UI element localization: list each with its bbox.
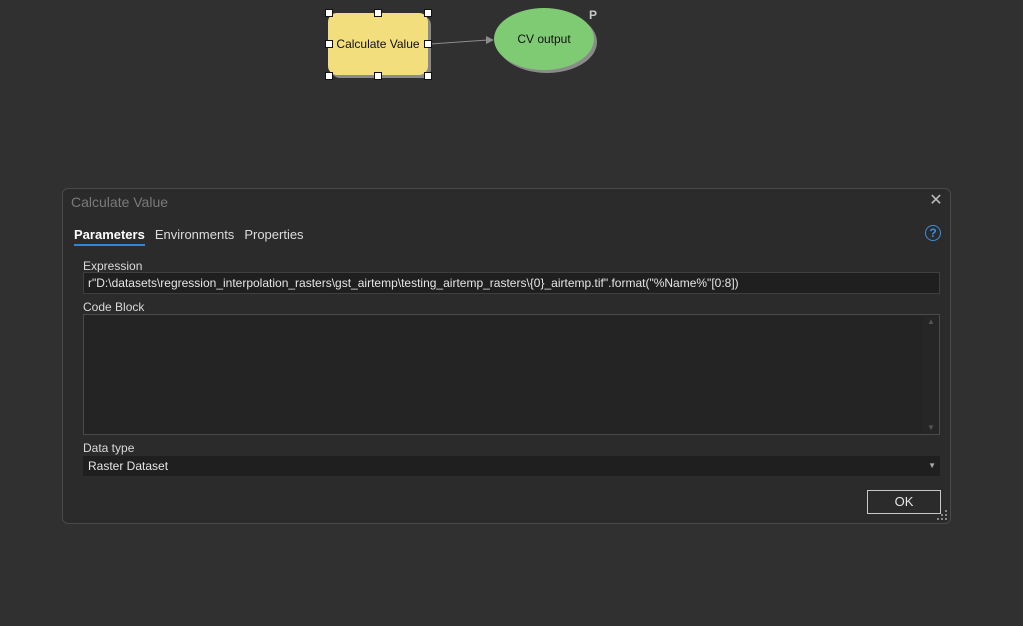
dialog-title: Calculate Value	[71, 194, 169, 210]
selection-handle[interactable]	[325, 72, 333, 80]
resize-grip-icon[interactable]	[936, 509, 948, 521]
dialog-tabs: Parameters Environments Properties	[74, 227, 304, 246]
selection-handle[interactable]	[374, 9, 382, 17]
code-block-textarea[interactable]: ▲ ▼	[83, 314, 940, 435]
selection-handle[interactable]	[325, 40, 333, 48]
expression-input[interactable]: r"D:\datasets\regression_interpolation_r…	[83, 272, 940, 294]
tab-environments[interactable]: Environments	[155, 227, 234, 246]
expression-label: Expression	[83, 259, 143, 273]
selection-handle[interactable]	[325, 9, 333, 17]
help-icon[interactable]: ?	[925, 225, 941, 241]
selection-handle[interactable]	[424, 72, 432, 80]
data-type-selected: Raster Dataset	[88, 459, 169, 473]
selection-handle[interactable]	[424, 40, 432, 48]
tab-properties[interactable]: Properties	[244, 227, 303, 246]
output-node-label: CV output	[517, 32, 571, 46]
close-icon[interactable]: ✕	[928, 192, 944, 210]
tab-parameters[interactable]: Parameters	[74, 227, 145, 246]
tool-node-label: Calculate Value	[336, 37, 420, 51]
code-block-label: Code Block	[83, 300, 145, 314]
calculate-value-tool-node[interactable]: Calculate Value	[328, 13, 428, 75]
cv-output-node[interactable]: CV output	[494, 8, 594, 70]
data-type-label: Data type	[83, 441, 135, 455]
selection-handle[interactable]	[374, 72, 382, 80]
calculate-value-dialog: Calculate Value ✕ Parameters Environment…	[62, 188, 951, 524]
selection-handle[interactable]	[424, 9, 432, 17]
scroll-down-icon[interactable]: ▼	[926, 423, 936, 432]
model-parameter-marker: P	[589, 8, 598, 22]
code-block-scrollbar[interactable]: ▲ ▼	[923, 315, 939, 434]
chevron-down-icon[interactable]: ▼	[928, 456, 936, 476]
scroll-up-icon[interactable]: ▲	[926, 317, 936, 326]
data-type-dropdown[interactable]: Raster Dataset ▼	[83, 456, 940, 476]
ok-button[interactable]: OK	[867, 490, 941, 514]
